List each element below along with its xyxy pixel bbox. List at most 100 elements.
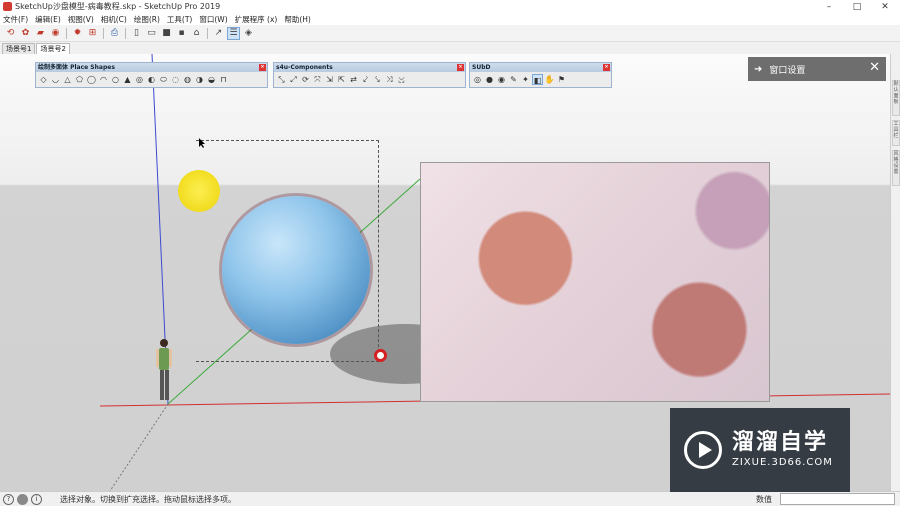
shape-ellipse-icon[interactable]: ⬭ bbox=[158, 74, 169, 85]
tray-tab-default[interactable]: 默认面板 bbox=[892, 80, 900, 116]
minimize-button[interactable]: – bbox=[815, 0, 843, 13]
shape-box-icon[interactable]: ◇ bbox=[38, 74, 49, 85]
record-tool-icon[interactable]: ◉ bbox=[49, 27, 62, 40]
component-mirror-icon[interactable]: ⇄ bbox=[348, 74, 359, 85]
paint-tool-icon[interactable]: ▰ bbox=[34, 27, 47, 40]
layout-tool-icon[interactable]: ☰ bbox=[227, 26, 240, 40]
toolbar-divider bbox=[66, 27, 67, 39]
fill-tool-icon[interactable]: ■ bbox=[160, 27, 173, 40]
scene-tabs: 场景号1 场景号2 bbox=[0, 42, 900, 54]
maximize-button[interactable]: □ bbox=[843, 0, 871, 13]
main-toolbar: ⟲ ✿ ▰ ◉ ✹ ⊞ ⎙ ▯ ▭ ■ ▪ ⌂ ↗ ☰ ◈ bbox=[0, 25, 900, 42]
save-tool-icon[interactable]: ⌂ bbox=[190, 27, 203, 40]
close-icon[interactable]: ✕ bbox=[869, 61, 880, 75]
xray-tool-icon[interactable]: ◈ bbox=[242, 27, 255, 40]
shape-helix-icon[interactable]: ◑ bbox=[194, 74, 205, 85]
component-scale-icon[interactable]: ⤧ bbox=[312, 74, 323, 85]
place-shapes-close-icon[interactable]: × bbox=[259, 64, 266, 71]
component-array-icon[interactable]: ⤢ bbox=[288, 74, 299, 85]
subd-title: SUbD bbox=[472, 64, 491, 71]
shape-hemisphere-icon[interactable]: ◒ bbox=[206, 74, 217, 85]
menu-window[interactable]: 窗口(W) bbox=[199, 14, 227, 25]
menu-draw[interactable]: 绘图(R) bbox=[134, 14, 160, 25]
select-tool-icon[interactable]: ⟲ bbox=[4, 27, 17, 40]
title-bar: SketchUp沙盘模型-病毒教程.skp - SketchUp Pro 201… bbox=[0, 0, 900, 13]
subd-settings-icon[interactable]: ✋ bbox=[544, 74, 555, 85]
tray-tab-styles[interactable]: 风格设置 bbox=[892, 150, 900, 186]
arrow-right-icon: ➜ bbox=[754, 63, 763, 75]
shape-cone-icon[interactable]: △ bbox=[62, 74, 73, 85]
subd-control-cage-icon[interactable]: ◧ bbox=[532, 74, 543, 85]
place-shapes-toolbar: 绘制多面体 Place Shapes × ◇ ◡ △ ⬠ ◯ ◠ ○ ▲ ◎ ◐ … bbox=[35, 62, 268, 88]
tray-tab-toolbars[interactable]: 工具栏 bbox=[892, 120, 900, 146]
info-icon[interactable]: i bbox=[31, 493, 42, 505]
shape-torus-icon[interactable]: ◎ bbox=[134, 74, 145, 85]
shape-prism-icon[interactable]: ⬠ bbox=[74, 74, 85, 85]
face-tool-icon[interactable]: ▭ bbox=[145, 27, 158, 40]
menu-help[interactable]: 帮助(H) bbox=[284, 14, 311, 25]
component-align-icon[interactable]: ⇲ bbox=[324, 74, 335, 85]
subd-crease-icon[interactable]: ◉ bbox=[496, 74, 507, 85]
component-place-icon[interactable]: ⤦ bbox=[360, 74, 371, 85]
menu-bar: 文件(F) 编辑(E) 视图(V) 相机(C) 绘图(R) 工具(T) 窗口(W… bbox=[0, 13, 900, 25]
window-title: SketchUp沙盘模型-病毒教程.skp - SketchUp Pro 201… bbox=[15, 2, 221, 11]
gear-tool-icon[interactable]: ✹ bbox=[71, 27, 84, 40]
toolbar-divider bbox=[125, 27, 126, 39]
place-shapes-title: 绘制多面体 Place Shapes bbox=[38, 64, 115, 71]
component-move-icon[interactable]: ⤡ bbox=[276, 74, 287, 85]
window-settings-panel[interactable]: ➜ 窗口设置 ✕ bbox=[748, 57, 886, 81]
shape-sphere-icon[interactable]: ○ bbox=[110, 74, 121, 85]
component-rotate-icon[interactable]: ⟳ bbox=[300, 74, 311, 85]
shape-arch-icon[interactable]: ⊓ bbox=[218, 74, 229, 85]
menu-tools[interactable]: 工具(T) bbox=[167, 14, 192, 25]
subd-help-icon[interactable]: ⚑ bbox=[556, 74, 567, 85]
shape-pyramid-icon[interactable]: ▲ bbox=[122, 74, 133, 85]
menu-camera[interactable]: 相机(C) bbox=[101, 14, 127, 25]
shape-tube-icon[interactable]: ◯ bbox=[86, 74, 97, 85]
right-tray-strip: 默认面板 工具栏 风格设置 bbox=[890, 54, 900, 491]
component-explode-icon[interactable]: ⤩ bbox=[396, 74, 407, 85]
section-tool-icon[interactable]: ▯ bbox=[130, 27, 143, 40]
component-tool-icon[interactable]: ⊞ bbox=[86, 27, 99, 40]
subd-apply-icon[interactable]: ✦ bbox=[520, 74, 531, 85]
arrow-tool-icon[interactable]: ↗ bbox=[212, 27, 225, 40]
menu-file[interactable]: 文件(F) bbox=[3, 14, 28, 25]
virus-sphere-model[interactable] bbox=[222, 196, 370, 344]
shape-cylinder-icon[interactable]: ◡ bbox=[50, 74, 61, 85]
mouse-cursor-icon bbox=[199, 138, 205, 148]
scene-tab-1[interactable]: 场景号1 bbox=[2, 43, 36, 54]
subd-toggle-icon[interactable]: ◎ bbox=[472, 74, 483, 85]
menu-view[interactable]: 视图(V) bbox=[68, 14, 94, 25]
help-icon[interactable]: ? bbox=[3, 493, 14, 505]
shape-geodesic-icon[interactable]: ◍ bbox=[182, 74, 193, 85]
subd-toolbar: SUbD × ◎ ● ◉ ✎ ✦ ◧ ✋ ⚑ bbox=[469, 62, 612, 88]
scene-tab-2[interactable]: 场景号2 bbox=[36, 43, 70, 54]
close-button[interactable]: ✕ bbox=[871, 0, 899, 13]
watermark-url: ZIXUE.3D66.COM bbox=[732, 457, 833, 468]
print-tool-icon[interactable]: ⎙ bbox=[108, 27, 121, 40]
eraser-tool-icon[interactable]: ✿ bbox=[19, 27, 32, 40]
subd-close-icon[interactable]: × bbox=[603, 64, 610, 71]
watermark-name: 溜溜自学 bbox=[732, 430, 829, 455]
component-random-icon[interactable]: ⤨ bbox=[384, 74, 395, 85]
component-replace-icon[interactable]: ⤥ bbox=[372, 74, 383, 85]
toolbar-divider bbox=[207, 27, 208, 39]
measurements-input[interactable] bbox=[780, 493, 895, 505]
status-message: 选择对象。切换到扩充选择。拖动鼠标选择多项。 bbox=[60, 494, 236, 504]
sketchup-logo-icon bbox=[3, 2, 12, 11]
subd-edit-icon[interactable]: ✎ bbox=[508, 74, 519, 85]
s4u-components-title: s4u-Components bbox=[276, 64, 333, 71]
menu-edit[interactable]: 编辑(E) bbox=[35, 14, 61, 25]
menu-extensions[interactable]: 扩展程序 (x) bbox=[235, 14, 278, 25]
subd-smooth-icon[interactable]: ● bbox=[484, 74, 495, 85]
shape-dome-icon[interactable]: ◠ bbox=[98, 74, 109, 85]
shape-lens-icon[interactable]: ◐ bbox=[146, 74, 157, 85]
user-icon[interactable] bbox=[17, 493, 28, 505]
s4u-components-close-icon[interactable]: × bbox=[457, 64, 464, 71]
human-scale-figure[interactable] bbox=[154, 337, 174, 407]
virus-image-panel[interactable] bbox=[420, 162, 770, 402]
component-flip-icon[interactable]: ⇱ bbox=[336, 74, 347, 85]
s4u-components-toolbar: s4u-Components × ⤡ ⤢ ⟳ ⤧ ⇲ ⇱ ⇄ ⤦ ⤥ ⤨ ⤩ bbox=[273, 62, 466, 88]
pin-tool-icon[interactable]: ▪ bbox=[175, 27, 188, 40]
shape-disc-icon[interactable]: ◌ bbox=[170, 74, 181, 85]
